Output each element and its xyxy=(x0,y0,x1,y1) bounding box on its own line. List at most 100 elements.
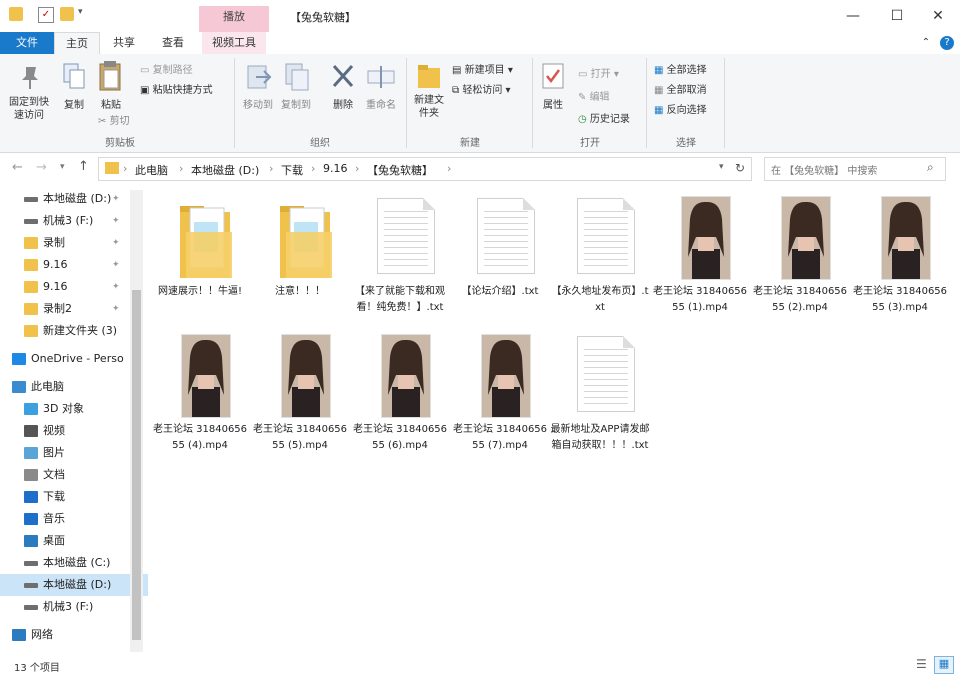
address-bar[interactable]: › 此电脑 › 本地磁盘 (D:) › 下载 › 9.16 › 【兔兔软糖】 ›… xyxy=(98,157,752,181)
new-item-label: 新建项目 ▾ xyxy=(464,65,513,76)
nav-item-label: OneDrive - Perso xyxy=(31,352,124,365)
nav-item[interactable]: 图片 xyxy=(24,442,65,464)
nav-item[interactable]: 9.16 ✦ xyxy=(24,276,120,298)
nav-item[interactable]: 本地磁盘 (D:) ✦ xyxy=(24,188,120,210)
drive-icon xyxy=(24,560,38,566)
select-all-button[interactable]: ▦ 全部选择 xyxy=(654,61,707,76)
back-arrow-icon[interactable]: ← xyxy=(12,160,23,175)
nav-item[interactable]: 文档 xyxy=(24,464,65,486)
forward-arrow-icon[interactable]: → xyxy=(36,160,47,175)
select-none-icon: ▦ xyxy=(654,85,667,96)
text-line xyxy=(584,403,628,404)
nav-item[interactable]: OneDrive - Perso xyxy=(12,348,124,370)
new-item-button[interactable]: ▤ 新建项目 ▾ xyxy=(452,61,513,76)
file-item[interactable]: 【论坛介绍】.txt xyxy=(450,194,550,324)
breadcrumb-item[interactable]: 9.16 xyxy=(323,162,348,175)
maximize-button[interactable]: ☐ xyxy=(882,6,912,26)
collapse-ribbon-icon[interactable]: ⌃ xyxy=(920,32,932,54)
drive-icon xyxy=(24,582,38,588)
history-button[interactable]: ◷ 历史记录 xyxy=(578,110,630,125)
select-none-button[interactable]: ▦ 全部取消 xyxy=(654,81,707,96)
pin-quick-access-button[interactable]: 固定到快速访问 xyxy=(6,96,52,122)
customize-toolbar-icon[interactable]: ▾ xyxy=(78,7,92,21)
nav-item[interactable]: 本地磁盘 (C:) xyxy=(24,552,110,574)
file-item[interactable]: 老王论坛 3184065655 (3).mp4 xyxy=(850,194,950,324)
search-input[interactable]: 在 【兔兔软糖】 中搜索 xyxy=(771,162,877,177)
file-item[interactable]: 【永久地址发布页】.txt xyxy=(550,194,650,324)
nav-item[interactable]: 音乐 xyxy=(24,508,65,530)
open-button[interactable]: ▭ 打开 ▾ xyxy=(578,65,619,80)
chevron-right-icon: › xyxy=(269,162,274,175)
cut-button[interactable]: ✂ 剪切 xyxy=(98,112,130,127)
rename-button[interactable]: 重命名 xyxy=(362,96,400,111)
nav-item[interactable]: 机械3 (F:) ✦ xyxy=(24,210,120,232)
edit-button[interactable]: ✎ 编辑 xyxy=(578,88,610,103)
move-to-button[interactable]: 移动到 xyxy=(238,96,278,111)
file-item[interactable]: 最新地址及APP请发邮箱自动获取！！！.txt xyxy=(550,332,650,462)
chevron-down-icon[interactable]: ▾ xyxy=(719,162,724,172)
tab-video-tools[interactable]: 视频工具 xyxy=(202,32,266,54)
nav-item-label: 视频 xyxy=(43,424,65,437)
search-icon[interactable]: ⌕ xyxy=(927,160,934,175)
tab-home[interactable]: 主页 xyxy=(54,32,100,55)
search-box[interactable]: 在 【兔兔软糖】 中搜索 ⌕ xyxy=(764,157,946,181)
new-folder-button[interactable]: 新建文件夹 xyxy=(410,94,448,120)
nav-item[interactable]: 网络 xyxy=(12,624,53,646)
help-icon[interactable]: ? xyxy=(940,36,954,50)
close-button[interactable]: ✕ xyxy=(923,6,953,26)
copy-to-button[interactable]: 复制到 xyxy=(276,96,316,111)
text-line xyxy=(484,229,528,230)
text-line xyxy=(584,355,628,356)
file-item[interactable]: 老王论坛 3184065655 (6).mp4 xyxy=(350,332,450,462)
minimize-button[interactable]: — xyxy=(838,6,868,26)
delete-button[interactable]: 删除 xyxy=(326,96,360,111)
nav-item[interactable]: 新建文件夹 (3) xyxy=(24,320,117,342)
text-file-icon xyxy=(577,198,635,274)
nav-scrollbar-thumb[interactable] xyxy=(132,290,141,640)
file-item[interactable]: 老王论坛 3184065655 (7).mp4 xyxy=(450,332,550,462)
easy-access-button[interactable]: ⧉ 轻松访问 ▾ xyxy=(452,81,511,96)
recent-locations-icon[interactable]: ▾ xyxy=(60,162,65,172)
file-item[interactable]: 网速展示！！牛逼! xyxy=(150,194,250,324)
edit-icon: ✎ xyxy=(578,92,590,103)
file-item[interactable]: 老王论坛 3184065655 (5).mp4 xyxy=(250,332,350,462)
copy-button[interactable]: 复制 xyxy=(60,96,88,111)
properties-button[interactable]: 属性 xyxy=(538,96,568,111)
nav-item[interactable]: 录制 ✦ xyxy=(24,232,120,254)
large-icons-view-icon[interactable]: ▦ xyxy=(934,656,954,674)
up-arrow-icon[interactable]: ↑ xyxy=(78,159,89,174)
tab-view[interactable]: 查看 xyxy=(152,32,194,54)
refresh-icon[interactable]: ↻ xyxy=(735,161,745,175)
paste-shortcut-button[interactable]: ▣ 粘贴快捷方式 xyxy=(140,81,213,96)
breadcrumb-item[interactable]: 本地磁盘 (D:) xyxy=(191,162,259,178)
breadcrumb-item[interactable]: 下载 xyxy=(281,162,303,178)
invert-selection-button[interactable]: ▦ 反向选择 xyxy=(654,101,707,116)
nav-item[interactable]: 下载 xyxy=(24,486,65,508)
nav-item[interactable]: 桌面 xyxy=(24,530,65,552)
nav-item[interactable]: 9.16 ✦ xyxy=(24,254,120,276)
details-view-icon[interactable]: ☰ xyxy=(916,657,927,671)
nav-item[interactable]: 此电脑 xyxy=(12,376,64,398)
nav-item[interactable]: 录制2 ✦ xyxy=(24,298,120,320)
new-folder-icon[interactable] xyxy=(60,7,74,21)
text-line xyxy=(484,247,528,248)
breadcrumb-item[interactable]: 【兔兔软糖】 xyxy=(367,162,433,178)
paste-button[interactable]: 粘贴 xyxy=(96,96,126,111)
text-line xyxy=(484,265,528,266)
nav-item[interactable]: 机械3 (F:) xyxy=(24,596,93,618)
file-item[interactable]: 老王论坛 3184065655 (1).mp4 xyxy=(650,194,750,324)
copy-path-button[interactable]: ▭ 复制路径 xyxy=(140,61,193,76)
file-item[interactable]: 老王论坛 3184065655 (2).mp4 xyxy=(750,194,850,324)
text-line xyxy=(584,241,628,242)
nav-item[interactable]: 3D 对象 xyxy=(24,398,84,420)
breadcrumb-item[interactable]: 此电脑 xyxy=(135,162,168,178)
context-tab-play[interactable]: 播放 xyxy=(199,6,269,32)
tab-file[interactable]: 文件 xyxy=(0,32,54,54)
file-item[interactable]: 【来了就能下载和观看！纯免费！】.txt xyxy=(350,194,450,324)
properties-check-icon[interactable]: ✓ xyxy=(38,7,54,23)
nav-item[interactable]: 本地磁盘 (D:) xyxy=(0,574,148,596)
tab-share[interactable]: 共享 xyxy=(104,32,144,54)
nav-item[interactable]: 视频 xyxy=(24,420,65,442)
file-item[interactable]: 注意！！！ xyxy=(250,194,350,324)
file-item[interactable]: 老王论坛 3184065655 (4).mp4 xyxy=(150,332,250,462)
